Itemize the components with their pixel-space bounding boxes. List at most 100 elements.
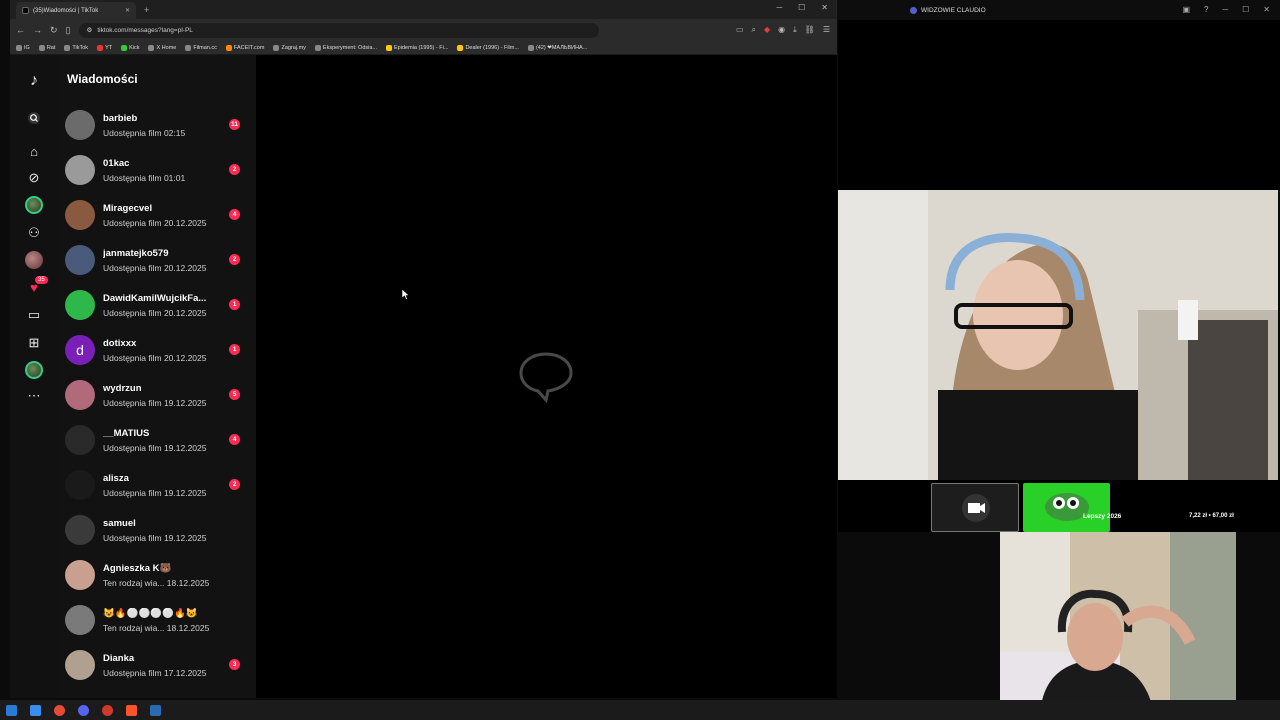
zoom-icon[interactable]: ⌕ — [752, 25, 756, 35]
conversation-item[interactable]: DawidKamilWujcikFa... Udostępnia film 20.… — [65, 285, 250, 325]
viewers-title: WIDZOWIE CLAUDIO — [921, 6, 986, 14]
bookmark-item[interactable]: Rat — [38, 44, 55, 51]
conversation-item[interactable]: samuel Udostępnia film 19.12.2025 — [65, 510, 250, 550]
conversation-preview: Udostępnia film 19.12.2025 — [103, 487, 207, 498]
browser-tab[interactable]: (35)Wiadomości | TikTok ✕ — [16, 2, 136, 19]
conversation-name: samuel — [103, 517, 136, 529]
menu-icon[interactable]: ☰ — [823, 25, 830, 35]
conversation-name: alisza — [103, 472, 129, 484]
new-tab-icon[interactable]: + — [144, 5, 149, 15]
avatar: d — [65, 335, 95, 365]
link-icon[interactable]: ⛓ — [805, 25, 815, 35]
address-bar[interactable]: ⚙ tiktok.com/messages?lang=pl-PL — [78, 22, 599, 38]
avatar — [65, 560, 95, 590]
reload-icon[interactable]: ↻ — [50, 25, 58, 36]
bookmark-item[interactable]: TikTok — [64, 44, 88, 51]
following-avatar-icon[interactable] — [25, 196, 43, 214]
site-info-icon[interactable]: ⚙ — [87, 26, 93, 34]
conversation-item[interactable]: d dotixxx Udostępnia film 20.12.2025 1 — [65, 330, 250, 370]
bookmark-item[interactable]: IG — [16, 44, 30, 51]
maximize-icon[interactable]: ☐ — [1242, 5, 1249, 14]
chat-bubble-icon — [519, 352, 573, 403]
conversation-item[interactable]: Dianka Udostępnia film 17.12.2025 3 — [65, 645, 250, 685]
webcam-feed-main — [838, 190, 1278, 480]
conversation-item[interactable]: __MATIUS Udostępnia film 19.12.2025 4 — [65, 420, 250, 460]
upload-icon[interactable]: ⊞ — [24, 333, 44, 353]
friends-icon[interactable]: ⚇ — [24, 223, 44, 243]
pip-icon[interactable]: ▣ — [1182, 5, 1190, 14]
avatar — [65, 650, 95, 680]
conversation-name: dotixxx — [103, 337, 137, 349]
bookmark-item[interactable]: YT — [97, 44, 112, 51]
bookmark-item[interactable]: Epidemia (1995) - Fi... — [386, 44, 448, 51]
bookmark-item[interactable]: Kick — [121, 44, 139, 51]
conversation-item[interactable]: janmatejko579 Udostępnia film 20.12.2025 … — [65, 240, 250, 280]
close-tab-icon[interactable]: ✕ — [125, 7, 130, 14]
download-icon[interactable]: ⤓ — [793, 25, 797, 35]
unread-badge: 1 — [229, 299, 240, 310]
conversation-name: Dianka — [103, 652, 135, 664]
conversation-preview: Udostępnia film 01:01 — [103, 172, 186, 183]
avatar — [65, 470, 95, 500]
conversation-preview: Udostępnia film 20.12.2025 — [103, 307, 207, 318]
conversation-name: 😺🔥⚪⚪⚪⚪🔥😺 — [103, 607, 198, 619]
extensions: ▭ ⌕ ◆ ◉ ⤓ ⛓ ☰ — [736, 25, 830, 35]
brave-icon[interactable] — [126, 704, 137, 716]
conversation-item[interactable]: Agnieszka K🐻 Ten rodzaj wia... 18.12.2025 — [65, 555, 250, 595]
bookmark-item[interactable]: (42) ❤МАЛЬВИНА... — [527, 44, 587, 51]
chrome-icon[interactable] — [54, 704, 65, 716]
conversation-item[interactable]: alisza Udostępnia film 19.12.2025 2 — [65, 465, 250, 505]
conversation-name: barbieb — [103, 112, 138, 124]
url-text: tiktok.com/messages?lang=pl-PL — [97, 26, 193, 34]
avatar — [65, 380, 95, 410]
app-icon[interactable] — [102, 704, 113, 716]
conversation-item[interactable]: 😺🔥⚪⚪⚪⚪🔥😺 Ten rodzaj wia... 18.12.2025 — [65, 600, 250, 640]
conversation-name: Agnieszka K🐻 — [103, 562, 172, 574]
app-icon[interactable] — [30, 704, 41, 716]
extension-icon[interactable]: ◉ — [778, 25, 785, 35]
conversation-preview: Udostępnia film 19.12.2025 — [103, 442, 207, 453]
profile-avatar-icon[interactable] — [25, 251, 43, 269]
conversation-name: Miragecvel — [103, 202, 153, 214]
live-avatar-icon[interactable] — [25, 361, 43, 379]
minimize-icon[interactable]: ─ — [1222, 5, 1228, 14]
minimize-icon[interactable]: ─ — [776, 3, 782, 12]
more-icon[interactable]: ⋯ — [24, 386, 44, 406]
forward-icon[interactable]: → — [33, 25, 42, 35]
avatar — [65, 110, 95, 140]
explore-icon[interactable]: ⊘ — [24, 168, 44, 188]
goal-label: Lepszy 2026 — [1083, 513, 1122, 520]
search-icon[interactable] — [24, 108, 44, 128]
bookmark-icon[interactable]: ▯ — [66, 25, 71, 36]
brave-shield-icon[interactable]: ◆ — [764, 25, 770, 35]
bookmark-item[interactable]: FACEIT.com — [225, 44, 264, 51]
bookmark-item[interactable]: Filman.cc — [185, 44, 217, 51]
home-icon[interactable]: ⌂ — [24, 141, 44, 161]
bookmark-item[interactable]: Eksperyment: Odsia... — [314, 44, 377, 51]
back-icon[interactable]: ← — [16, 25, 25, 35]
tab-bar: (35)Wiadomości | TikTok ✕ + ─ ☐ ✕ — [10, 0, 836, 19]
bookmarks-bar: IG Rat TikTok YT Kick X Home Filman.cc F… — [10, 41, 836, 55]
help-icon[interactable]: ? — [1204, 5, 1208, 14]
screen-icon[interactable]: ▭ — [736, 25, 744, 35]
maximize-icon[interactable]: ☐ — [798, 3, 805, 12]
close-window-icon[interactable]: ✕ — [821, 3, 828, 12]
bookmark-item[interactable]: Dealer (1996) - Film... — [457, 44, 519, 51]
discord-icon[interactable] — [78, 704, 89, 716]
conversation-item[interactable]: barbieb Udostępnia film 02:15 11 — [65, 105, 250, 145]
avatar — [65, 605, 95, 635]
avatar — [65, 155, 95, 185]
start-icon[interactable] — [6, 704, 17, 716]
steam-icon[interactable] — [150, 704, 161, 716]
page-title: Wiadomości — [67, 72, 138, 86]
conversation-item[interactable]: Miragecvel Udostępnia film 20.12.2025 4 — [65, 195, 250, 235]
tiktok-sidebar: ♪ ⌂ ⊘ ⚇ ♥ 35 ▭ ⊞ ⋯ — [10, 55, 57, 698]
webcam-feed-secondary — [1000, 532, 1236, 720]
messages-icon[interactable]: ▭ — [24, 305, 44, 325]
conversation-item[interactable]: 01kac Udostępnia film 01:01 2 — [65, 150, 250, 190]
tiktok-logo-icon[interactable]: ♪ — [24, 71, 44, 91]
close-window-icon[interactable]: ✕ — [1263, 5, 1270, 14]
conversation-item[interactable]: wydrzun Udostępnia film 19.12.2025 5 — [65, 375, 250, 415]
bookmark-item[interactable]: X Home — [148, 44, 176, 51]
bookmark-item[interactable]: Zagraj.my — [273, 44, 306, 51]
